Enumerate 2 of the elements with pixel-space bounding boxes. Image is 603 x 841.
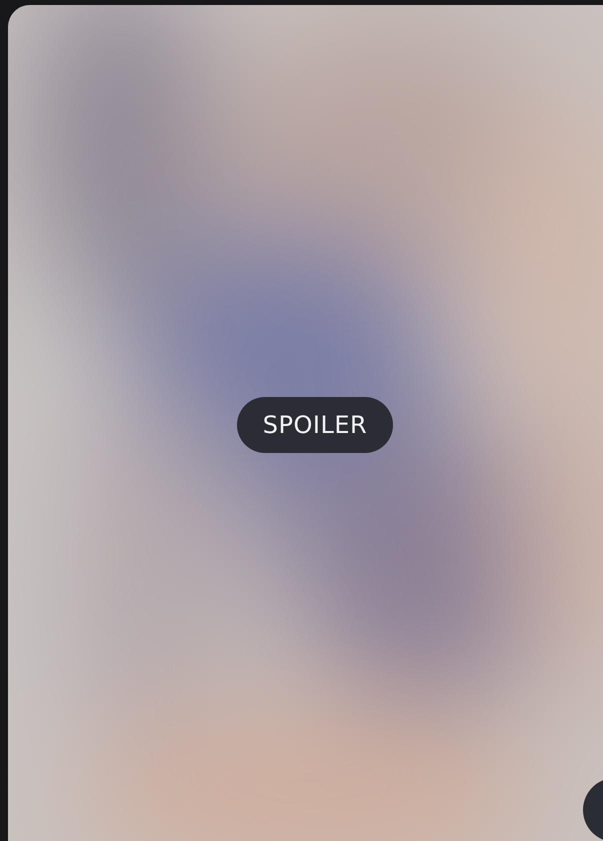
spoiler-label: SPOILER (236, 397, 394, 453)
spoiler-media[interactable]: SPOILER (8, 5, 603, 841)
